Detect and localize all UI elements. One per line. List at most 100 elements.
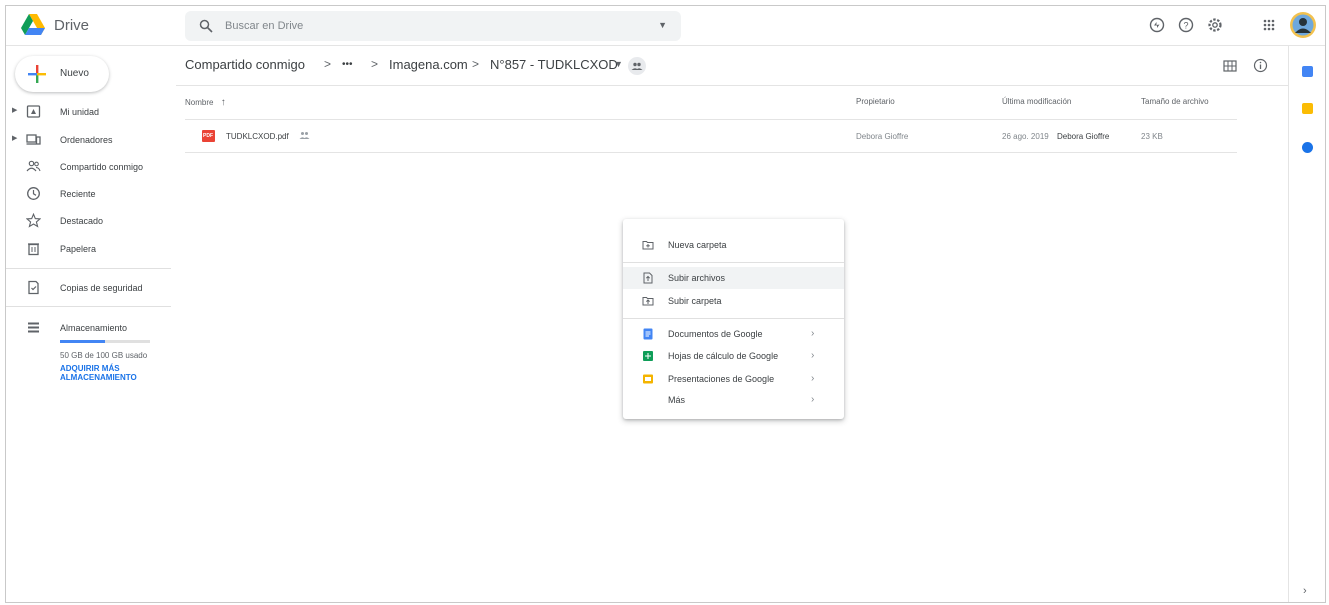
menu-item-upload-folder[interactable]: Subir carpeta (623, 290, 844, 312)
drive-logo-icon[interactable] (20, 13, 46, 37)
file-modified-by: Debora Gioffre (1057, 132, 1110, 141)
menu-item-upload-files[interactable]: Subir archivos (623, 267, 844, 289)
sidebar-item-shared-with-me[interactable]: Compartido conmigo (6, 156, 176, 178)
breadcrumb-current-folder[interactable]: N°857 - TUDKLCXOD (490, 57, 618, 72)
sidebar-item-label: Papelera (60, 244, 97, 254)
menu-item-google-slides[interactable]: Presentaciones de Google › (623, 368, 844, 390)
column-header-name-label: Nombre (185, 98, 214, 107)
file-owner: Debora Gioffre (856, 132, 909, 141)
new-folder-icon (642, 241, 654, 250)
sidebar-divider (6, 306, 171, 307)
computers-icon (26, 134, 41, 145)
table-row[interactable]: PDF TUDKLCXOD.pdf Debora Gioffre 26 ago.… (185, 119, 1237, 153)
buy-storage-line-2: ALMACENAMIENTO (60, 373, 137, 382)
svg-text:?: ? (1183, 21, 1188, 31)
google-slides-icon (643, 374, 653, 384)
google-sheets-icon (643, 351, 653, 361)
backup-icon (28, 280, 39, 295)
plus-icon (28, 65, 46, 83)
pdf-file-icon: PDF (202, 130, 215, 142)
column-header-modified[interactable]: Última modificación (1002, 97, 1071, 106)
expand-arrow-icon[interactable]: ▶ (12, 134, 17, 142)
info-icon[interactable] (1253, 58, 1268, 73)
google-docs-icon (643, 328, 653, 340)
menu-item-label: Documentos de Google (668, 329, 763, 339)
search-options-icon[interactable]: ▼ (658, 20, 667, 30)
sidebar-item-computers[interactable]: ▶ Ordenadores (6, 129, 176, 151)
sidebar-item-storage[interactable]: Almacenamiento (6, 317, 176, 339)
clock-icon (27, 187, 40, 200)
sidebar-divider (6, 268, 171, 269)
keep-icon[interactable] (1302, 103, 1313, 114)
breadcrumb-shared-with-me[interactable]: Compartido conmigo (185, 57, 305, 72)
sidebar-item-recent[interactable]: Reciente (6, 183, 176, 205)
menu-item-label: Presentaciones de Google (668, 374, 775, 384)
chevron-right-icon: › (811, 373, 815, 384)
upload-folder-icon (642, 297, 654, 306)
search-icon[interactable] (199, 19, 213, 33)
chevron-right-icon: › (811, 328, 815, 339)
sidebar-item-label: Almacenamiento (60, 323, 128, 333)
menu-item-label: Más (668, 395, 686, 405)
calendar-icon[interactable] (1302, 66, 1313, 77)
sidebar-item-starred[interactable]: Destacado (6, 210, 176, 232)
search-input[interactable]: Buscar en Drive (225, 20, 303, 32)
app-title[interactable]: Drive (54, 17, 89, 34)
column-header-name[interactable]: Nombre ↑ (185, 97, 226, 108)
shared-folder-icon[interactable] (628, 57, 646, 75)
new-context-menu: Nueva carpeta Subir archivos Subir carpe… (623, 219, 844, 419)
chevron-right-icon: > (371, 57, 379, 71)
breadcrumb-folder[interactable]: Imagena.com (389, 57, 468, 72)
top-header: Drive Buscar en Drive ▼ ? (6, 6, 1325, 46)
menu-divider (623, 262, 844, 263)
breadcrumb-ellipsis[interactable]: ••• (342, 59, 353, 70)
file-name: TUDKLCXOD.pdf (226, 132, 289, 141)
file-size: 23 KB (1141, 132, 1163, 141)
chevron-right-icon: › (811, 350, 815, 361)
menu-item-new-folder[interactable]: Nueva carpeta (623, 234, 844, 256)
menu-item-google-docs[interactable]: Documentos de Google › (623, 323, 844, 345)
menu-item-google-sheets[interactable]: Hojas de cálculo de Google › (623, 345, 844, 367)
help-icon[interactable]: ? (1177, 16, 1195, 34)
menu-divider (623, 318, 844, 319)
new-button-label: Nuevo (60, 68, 89, 79)
sidebar-item-my-drive[interactable]: ▶ Mi unidad (6, 101, 176, 123)
menu-item-label: Nueva carpeta (668, 240, 727, 250)
breadcrumb: Compartido conmigo > ••• > Imagena.com >… (176, 46, 1288, 86)
search-bar[interactable]: Buscar en Drive ▼ (185, 11, 681, 41)
storage-usage-text: 50 GB de 100 GB usado (60, 351, 148, 360)
menu-item-label: Subir carpeta (668, 296, 722, 306)
apps-grid-icon[interactable] (1260, 16, 1278, 34)
people-icon (26, 160, 41, 172)
expand-panel-chevron-icon[interactable]: › (1303, 585, 1307, 597)
chevron-right-icon: › (811, 394, 815, 405)
menu-item-more[interactable]: Más › (623, 389, 844, 411)
storage-icon (28, 322, 39, 333)
expand-arrow-icon[interactable]: ▶ (12, 106, 17, 114)
shared-file-icon (299, 132, 310, 139)
sidebar-item-label: Destacado (60, 216, 104, 226)
sidebar-item-label: Ordenadores (60, 135, 113, 145)
trash-icon (28, 243, 39, 256)
sidebar-item-backups[interactable]: Copias de seguridad (6, 277, 176, 299)
column-header-size[interactable]: Tamaño de archivo (1141, 97, 1209, 106)
column-header-owner[interactable]: Propietario (856, 97, 895, 106)
upload-file-icon (643, 272, 653, 284)
chevron-right-icon: > (324, 57, 332, 71)
grid-view-icon[interactable] (1223, 59, 1237, 73)
buy-storage-link[interactable]: ADQUIRIR MÁS ALMACENAMIENTO (60, 364, 160, 382)
sidebar-item-trash[interactable]: Papelera (6, 238, 176, 260)
side-panel: › (1288, 46, 1325, 602)
new-button[interactable]: Nuevo (15, 56, 109, 92)
offline-status-icon[interactable] (1148, 16, 1166, 34)
sort-arrow-up-icon[interactable]: ↑ (221, 97, 226, 108)
star-icon (26, 213, 41, 228)
buy-storage-line-1: ADQUIRIR MÁS (60, 364, 120, 373)
settings-gear-icon[interactable] (1206, 16, 1224, 34)
menu-item-label: Hojas de cálculo de Google (668, 351, 779, 361)
sidebar-item-label: Reciente (60, 189, 96, 199)
menu-item-label: Subir archivos (668, 273, 726, 283)
account-avatar[interactable] (1289, 11, 1317, 39)
folder-menu-caret-icon[interactable]: ▼ (614, 59, 623, 69)
tasks-icon[interactable] (1302, 142, 1313, 153)
